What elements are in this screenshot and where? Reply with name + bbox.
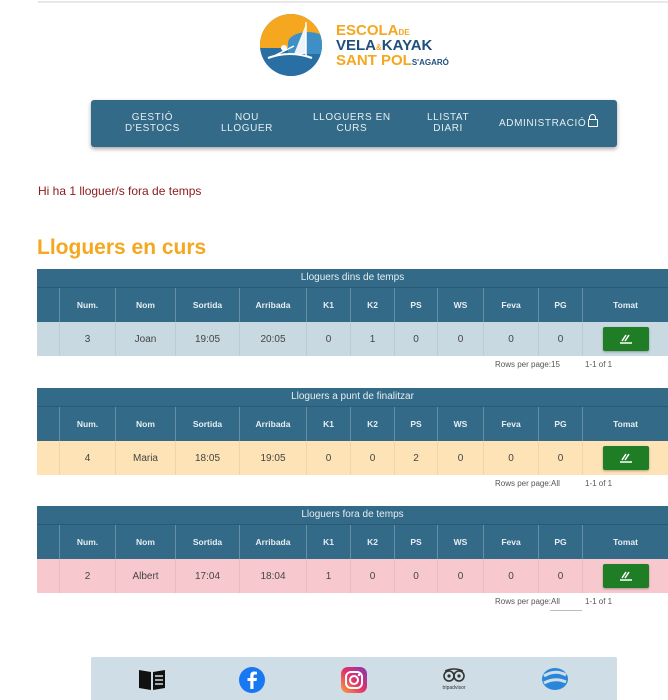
facebook-icon[interactable] xyxy=(238,666,266,694)
tomat-button[interactable] xyxy=(602,327,649,351)
book-icon[interactable] xyxy=(137,666,167,692)
table-punt-de-finalitzar: Lloguers a punt de finalitzar Num. Nom S… xyxy=(37,388,668,493)
table-header-row: Num. Nom Sortida Arribada K1 K2 PS WS Fe… xyxy=(37,407,668,441)
school-logo[interactable]: ESCOLADE VELA&KAYAK SANT POLS'AGARÓ xyxy=(260,14,460,76)
table-title: Lloguers dins de temps xyxy=(37,269,668,288)
check-return-icon xyxy=(619,453,632,463)
table-title: Lloguers a punt de finalitzar xyxy=(37,388,668,407)
table-pagination: Rows per page:All 1-1 of 1 xyxy=(495,479,613,488)
nav-llistat-diari[interactable]: LLISTAT DIARI xyxy=(427,112,469,134)
logo-text: ESCOLADE VELA&KAYAK SANT POLS'AGARÓ xyxy=(336,22,449,69)
web-icon[interactable] xyxy=(540,666,570,692)
lock-icon xyxy=(588,114,599,127)
instagram-icon[interactable] xyxy=(340,666,368,694)
table-pagination: Rows per page:15 1-1 of 1 xyxy=(495,360,613,369)
table-dins-de-temps: Lloguers dins de temps Num. Nom Sortida … xyxy=(37,269,668,374)
page-title: Lloguers en curs xyxy=(37,236,207,259)
nav-administracio[interactable]: ADMINISTRACIÓ xyxy=(499,114,599,129)
tomat-button[interactable] xyxy=(602,446,649,470)
table-title: Lloguers fora de temps xyxy=(37,506,668,525)
table-row: 4 Maria 18:05 19:05 0 0 2 0 0 0 xyxy=(37,441,668,475)
check-return-icon xyxy=(619,571,632,581)
nav-nou-lloguer[interactable]: NOU LLOGUER xyxy=(221,112,273,134)
table-pagination: Rows per page:All 1-1 of 1 xyxy=(37,593,668,611)
check-return-icon xyxy=(619,334,632,344)
table-fora-de-temps: Lloguers fora de temps Num. Nom Sortida … xyxy=(37,506,668,611)
overdue-alert: Hi ha 1 lloguer/s fora de temps xyxy=(38,184,202,198)
nav-lloguers-en-curs[interactable]: LLOGUERS EN CURS xyxy=(313,112,391,134)
main-navbar: GESTIÓ D'ESTOCS NOU LLOGUER LLOGUERS EN CUR… xyxy=(91,100,617,147)
rows-per-page-select[interactable]: All xyxy=(551,479,560,488)
tripadvisor-icon[interactable]: tripadvisor xyxy=(435,668,473,691)
table-header-row: Num. Nom Sortida Arribada K1 K2 PS WS Fe… xyxy=(37,525,668,559)
top-divider xyxy=(38,1,668,3)
nav-gestio-estocs[interactable]: GESTIÓ D'ESTOCS xyxy=(125,112,180,134)
rows-per-page-select[interactable]: All xyxy=(551,597,560,606)
tomat-button[interactable] xyxy=(602,564,649,588)
table-header-row: Num. Nom Sortida Arribada K1 K2 PS WS Fe… xyxy=(37,288,668,322)
table-row: 2 Albert 17:04 18:04 1 0 0 0 0 0 xyxy=(37,559,668,593)
table-row: 3 Joan 19:05 20:05 0 1 0 0 0 0 xyxy=(37,322,668,356)
logo-emblem-icon xyxy=(260,14,322,76)
rows-per-page-select[interactable]: 15 xyxy=(551,360,560,369)
footer-bar: tripadvisor xyxy=(91,657,617,700)
